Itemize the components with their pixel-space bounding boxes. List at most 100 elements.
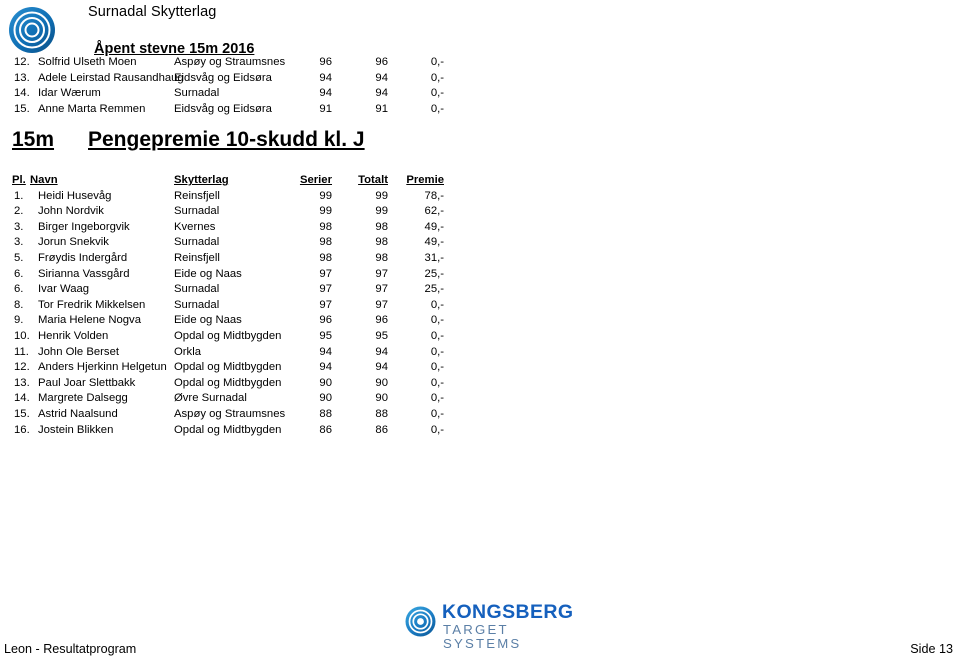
section-distance: 15m (12, 128, 55, 151)
row-totalt: 90 (375, 392, 388, 405)
row-totalt: 97 (375, 267, 388, 280)
target-systems-subtitle: TARGET SYSTEMS (443, 622, 522, 651)
row-team: Opdal og Midtbygden (174, 361, 282, 374)
row-serier: 94 (319, 87, 332, 99)
table-row: 3. Jorun Snekvik Surnadal 98 98 49,- (0, 236, 470, 252)
table-row: 16. Jostein Blikken Opdal og Midtbygden … (0, 424, 470, 440)
row-name: Sirianna Vassgård (38, 267, 130, 280)
row-team: Eide og Naas (174, 267, 242, 280)
row-serier: 96 (319, 314, 332, 327)
row-name: Anne Marta Remmen (38, 102, 146, 115)
section-name: Pengepremie 10-skudd kl. J (88, 128, 365, 151)
row-totalt: 94 (375, 361, 388, 374)
row-name: Henrik Volden (38, 329, 109, 342)
row-totalt: 94 (375, 71, 388, 84)
row-premie: 0,- (430, 102, 444, 115)
row-team: Orkla (174, 345, 201, 358)
row-team: Eidsvåg og Eidsøra (174, 102, 272, 115)
row-totalt: 98 (375, 236, 388, 249)
row-team: Surnadal (174, 87, 220, 99)
row-name: John Ole Berset (38, 345, 120, 358)
row-serier: 91 (319, 102, 332, 115)
row-premie: 0,- (430, 71, 444, 84)
table-row: 5. Frøydis Indergård Reinsfjell 98 98 31… (0, 252, 470, 268)
row-premie: 0,- (430, 392, 444, 405)
row-place: 10. (14, 329, 30, 342)
row-place: 16. (14, 423, 30, 436)
row-totalt: 91 (375, 102, 388, 115)
table-row: 14. Idar Wærum Surnadal 94 94 0,- (0, 87, 470, 103)
row-totalt: 90 (375, 376, 388, 389)
row-place: 1. (14, 189, 24, 202)
table-row: 3. Birger Ingeborgvik Kvernes 98 98 49,- (0, 221, 470, 237)
column-header-serier: Serier (299, 174, 332, 186)
table-row: 6. Ivar Waag Surnadal 97 97 25,- (0, 283, 470, 299)
row-premie: 0,- (430, 361, 444, 374)
row-place: 13. (14, 71, 30, 84)
row-premie: 49,- (424, 220, 444, 233)
row-totalt: 98 (375, 251, 388, 264)
event-title: Åpent stevne 15m 2016 (94, 41, 255, 57)
row-premie: 0,- (430, 329, 444, 342)
row-team: Kvernes (174, 220, 216, 233)
row-serier: 88 (319, 407, 332, 420)
table-row: 13. Paul Joar Slettbakk Opdal og Midtbyg… (0, 377, 470, 393)
row-premie: 25,- (424, 267, 444, 280)
row-name: Heidi Husevåg (38, 189, 112, 202)
column-header-team: Skytterlag (174, 174, 229, 186)
row-team: Reinsfjell (174, 251, 220, 264)
row-name: Birger Ingeborgvik (38, 220, 130, 233)
row-team: Aspøy og Straumsnes (174, 56, 286, 68)
row-name: Jostein Blikken (38, 423, 114, 436)
row-totalt: 88 (375, 407, 388, 420)
row-place: 15. (14, 407, 30, 420)
row-name: Frøydis Indergård (38, 251, 128, 264)
column-header-name: Navn (30, 174, 58, 186)
row-totalt: 96 (375, 314, 388, 327)
row-name: Ivar Waag (38, 283, 90, 296)
row-premie: 0,- (430, 298, 444, 311)
row-premie: 78,- (424, 189, 444, 202)
row-name: Adele Leirstad Rausandhaug (38, 71, 184, 84)
club-name: Surnadal Skytterlag (88, 4, 217, 20)
table-row: 9. Maria Helene Nogva Eide og Naas 96 96… (0, 314, 470, 330)
row-place: 5. (14, 251, 24, 264)
row-totalt: 86 (375, 423, 388, 436)
row-totalt: 99 (375, 189, 388, 202)
row-team: Surnadal (174, 236, 220, 249)
footer-program-name: Leon - Resultatprogram (4, 642, 137, 656)
table-row: 13. Adele Leirstad Rausandhaug Eidsvåg o… (0, 72, 470, 88)
table-row: 12. Solfrid Ulseth Moen Aspøy og Straums… (0, 56, 470, 72)
row-serier: 98 (319, 220, 332, 233)
row-premie: 0,- (430, 407, 444, 420)
results-table: Pl. Navn Skytterlag Serier Totalt Premie… (0, 174, 470, 439)
row-serier: 97 (319, 267, 332, 280)
row-name: John Nordvik (38, 205, 104, 218)
row-team: Øvre Surnadal (174, 392, 247, 405)
table-row: 6. Sirianna Vassgård Eide og Naas 97 97 … (0, 268, 470, 284)
row-serier: 98 (319, 251, 332, 264)
column-header-premie: Premie (406, 174, 444, 186)
row-totalt: 97 (375, 283, 388, 296)
row-totalt: 97 (375, 298, 388, 311)
row-serier: 97 (319, 298, 332, 311)
row-serier: 94 (319, 361, 332, 374)
row-name: Solfrid Ulseth Moen (38, 56, 137, 68)
row-serier: 94 (319, 71, 332, 84)
row-serier: 94 (319, 345, 332, 358)
row-serier: 98 (319, 236, 332, 249)
row-place: 11. (14, 345, 29, 358)
row-serier: 86 (319, 423, 332, 436)
row-team: Opdal og Midtbygden (174, 423, 282, 436)
table-row: 11. John Ole Berset Orkla 94 94 0,- (0, 346, 470, 362)
table-header-row: Pl. Navn Skytterlag Serier Totalt Premie (0, 174, 470, 190)
row-place: 12. (14, 361, 30, 374)
table-row: 15. Anne Marta Remmen Eidsvåg og Eidsøra… (0, 103, 470, 119)
row-name: Jorun Snekvik (38, 236, 109, 249)
row-place: 6. (14, 267, 24, 280)
kongsberg-target-systems-logo: KONGSBERG TARGET SYSTEMS (405, 602, 580, 651)
row-team: Surnadal (174, 298, 220, 311)
row-serier: 96 (319, 56, 332, 68)
row-premie: 0,- (430, 345, 444, 358)
row-team: Opdal og Midtbygden (174, 329, 282, 342)
